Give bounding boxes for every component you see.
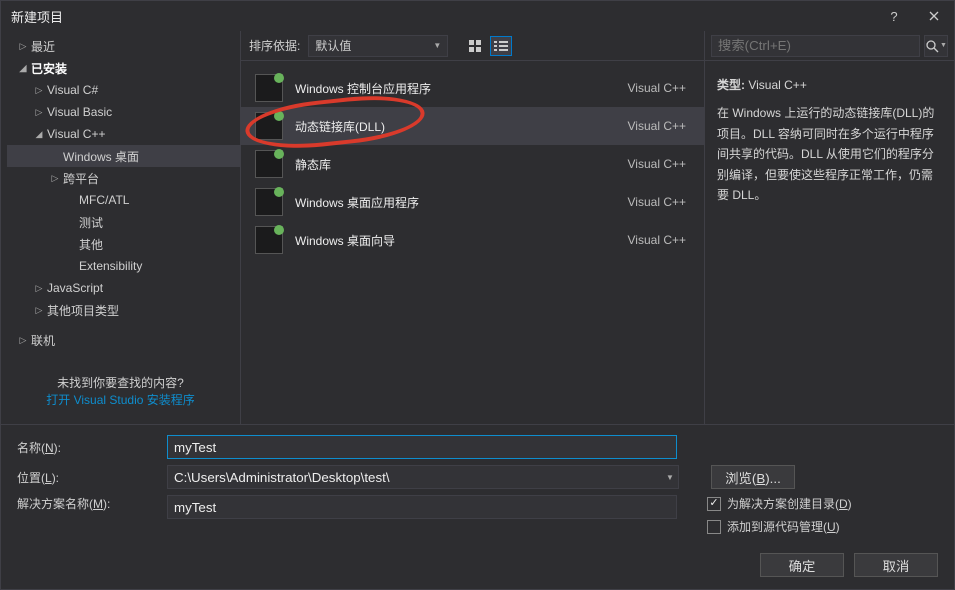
template-lang: Visual C++ [616, 81, 686, 95]
template-icon [255, 112, 283, 140]
chevron-down-icon[interactable]: ▼ [662, 473, 678, 482]
view-list-button[interactable] [490, 36, 512, 56]
open-installer-link[interactable]: 打开 Visual Studio 安装程序 [1, 391, 240, 408]
template-lang: Visual C++ [616, 233, 686, 247]
template-row[interactable]: Windows 桌面应用程序 Visual C++ [241, 183, 704, 221]
tree-vcpp-cross[interactable]: ▷跨平台 [7, 167, 240, 189]
template-name: Windows 桌面向导 [295, 232, 604, 249]
desc-type-label: 类型: [717, 78, 745, 92]
tree-csharp[interactable]: ▷Visual C# [7, 79, 240, 101]
close-button[interactable] [914, 1, 954, 31]
location-label: 位置(L): [17, 469, 157, 486]
template-name: Windows 控制台应用程序 [295, 80, 604, 97]
tree-vcpp[interactable]: ◢Visual C++ [7, 123, 240, 145]
chevron-down-icon: ▼ [940, 42, 947, 49]
not-found-text: 未找到你要查找的内容? [1, 374, 240, 391]
tree-recent[interactable]: ▷最近 [7, 35, 240, 57]
search-input[interactable] [711, 35, 920, 57]
sort-combo[interactable]: 默认值 ▼ [308, 35, 448, 57]
template-list: Windows 控制台应用程序 Visual C++ 动态链接库(DLL) Vi… [241, 61, 704, 424]
view-grid-button[interactable] [464, 36, 486, 56]
create-dir-checkbox[interactable] [707, 497, 721, 511]
sidebar: ▷最近 ◢已安装 ▷Visual C# ▷Visual Basic ◢Visua… [1, 31, 241, 424]
add-source-control-checkbox[interactable] [707, 520, 721, 534]
name-input[interactable] [167, 435, 677, 459]
tree-vcpp-other[interactable]: 其他 [7, 233, 240, 255]
chevron-down-icon: ▼ [433, 41, 441, 50]
template-icon [255, 74, 283, 102]
template-lang: Visual C++ [616, 195, 686, 209]
sort-combo-value: 默认值 [315, 37, 351, 54]
template-lang: Visual C++ [616, 157, 686, 171]
template-row[interactable]: 静态库 Visual C++ [241, 145, 704, 183]
template-icon [255, 226, 283, 254]
add-source-control-label: 添加到源代码管理(U) [727, 518, 840, 535]
tree-js[interactable]: ▷JavaScript [7, 277, 240, 299]
tree-vcpp-ext[interactable]: Extensibility [7, 255, 240, 277]
search-button[interactable]: ▼ [924, 35, 948, 57]
location-combo[interactable]: ▼ [167, 465, 679, 489]
help-button[interactable]: ? [874, 1, 914, 31]
tree-vcpp-desktop[interactable]: Windows 桌面 [7, 145, 240, 167]
template-row[interactable]: Windows 桌面向导 Visual C++ [241, 221, 704, 259]
tree-vb[interactable]: ▷Visual Basic [7, 101, 240, 123]
template-name: 静态库 [295, 156, 604, 173]
desc-text: 在 Windows 上运行的动态链接库(DLL)的项目。DLL 容纳可同时在多个… [717, 103, 942, 205]
name-label: 名称(N): [17, 439, 157, 456]
cancel-button[interactable]: 取消 [854, 553, 938, 577]
browse-button[interactable]: 浏览(B)... [711, 465, 795, 489]
desc-type-value: Visual C++ [748, 78, 806, 92]
solution-name-label: 解决方案名称(M): [17, 495, 157, 512]
tree-online[interactable]: ▷联机 [7, 329, 240, 351]
location-input[interactable] [168, 466, 662, 488]
dialog-title: 新建项目 [11, 7, 874, 26]
template-row[interactable]: 动态链接库(DLL) Visual C++ [241, 107, 704, 145]
create-dir-label: 为解决方案创建目录(D) [727, 495, 852, 512]
tree-installed[interactable]: ◢已安装 [7, 57, 240, 79]
template-row[interactable]: Windows 控制台应用程序 Visual C++ [241, 69, 704, 107]
tree-vcpp-test[interactable]: 测试 [7, 211, 240, 233]
template-name: 动态链接库(DLL) [295, 118, 604, 135]
solution-name-input[interactable] [167, 495, 677, 519]
template-lang: Visual C++ [616, 119, 686, 133]
template-icon [255, 150, 283, 178]
template-icon [255, 188, 283, 216]
ok-button[interactable]: 确定 [760, 553, 844, 577]
tree-vcpp-mfc[interactable]: MFC/ATL [7, 189, 240, 211]
sort-label: 排序依据: [249, 37, 300, 54]
template-name: Windows 桌面应用程序 [295, 194, 604, 211]
tree-otherproj[interactable]: ▷其他项目类型 [7, 299, 240, 321]
